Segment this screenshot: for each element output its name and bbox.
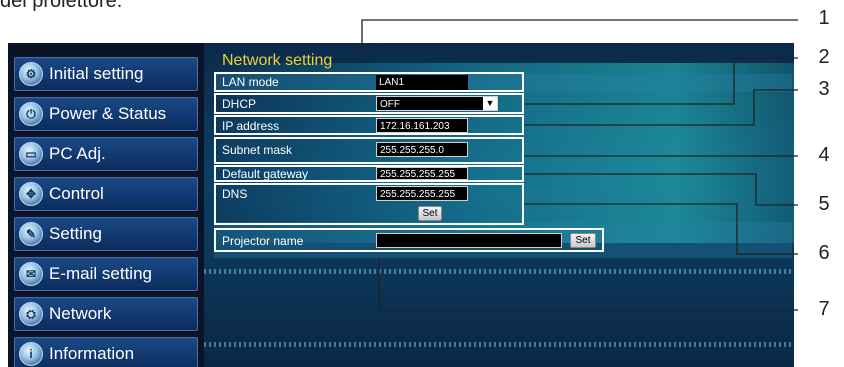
callout-line-6 bbox=[524, 203, 798, 255]
callout-number-1: 1 bbox=[818, 7, 830, 29]
callout-number-5: 5 bbox=[818, 193, 830, 215]
callout-line-1 bbox=[361, 19, 798, 53]
callout-number-3: 3 bbox=[818, 78, 830, 100]
callout-number-4: 4 bbox=[818, 144, 830, 166]
callout-line-3 bbox=[524, 89, 798, 126]
callout-line-5 bbox=[524, 173, 798, 206]
callout-number-7: 7 bbox=[818, 298, 830, 320]
callout-line-2 bbox=[524, 57, 798, 105]
callout-line-7 bbox=[378, 258, 798, 311]
callout-number-6: 6 bbox=[818, 242, 830, 264]
callout-number-2: 2 bbox=[818, 46, 830, 68]
callout-lines bbox=[361, 19, 798, 311]
